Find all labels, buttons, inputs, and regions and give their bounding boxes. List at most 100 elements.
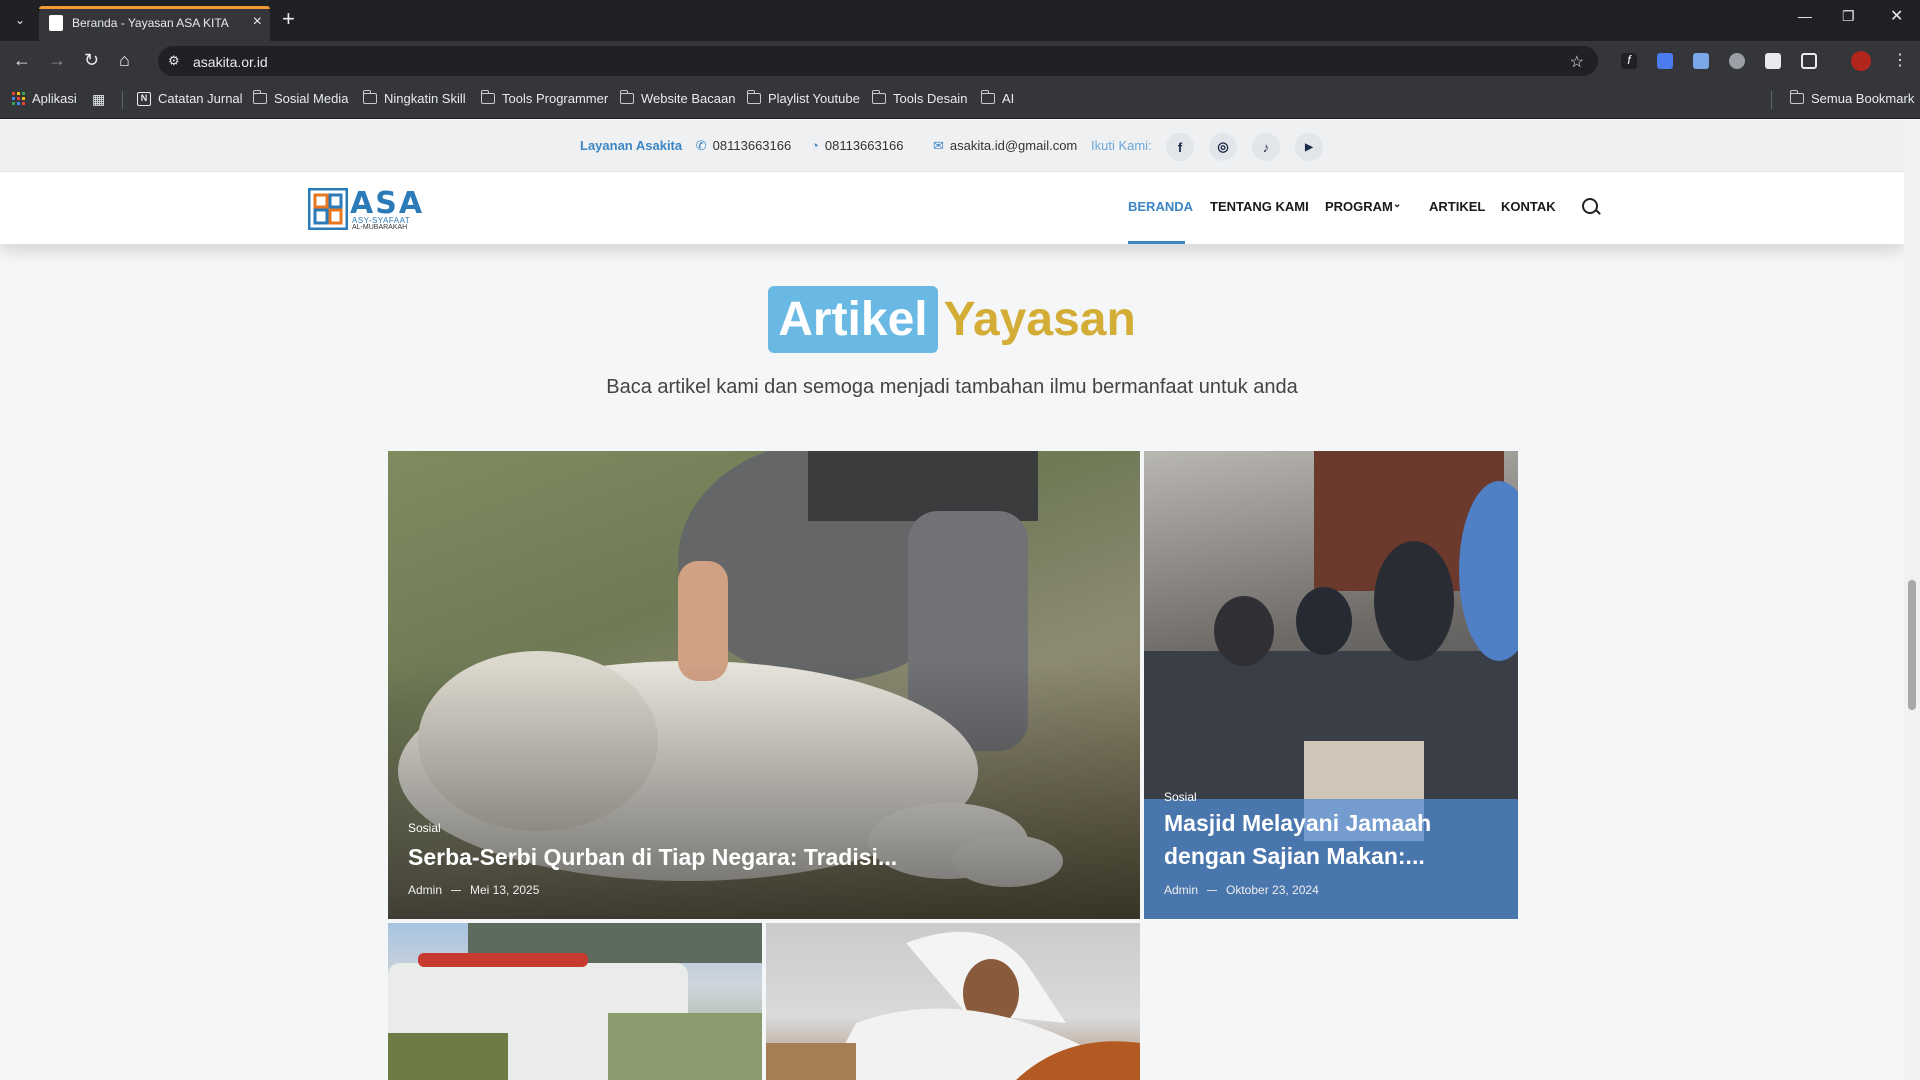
notion-icon: N	[137, 91, 151, 106]
article-image-ambulance	[388, 923, 762, 1080]
bookmark-divider	[1771, 91, 1772, 109]
bookmark-label: Tools Desain	[893, 91, 968, 106]
email-contact[interactable]: ✉ asakita.id@gmail.com	[933, 138, 1077, 154]
bookmark-label: Ningkatin Skill	[384, 91, 466, 106]
folder-icon	[619, 90, 634, 104]
back-icon[interactable]: ←	[13, 50, 31, 71]
site-logo[interactable]: ASA ASY-SYAFAAT AL-MUBARAKAH	[308, 186, 426, 231]
service-label: Layanan Asakita	[580, 138, 683, 153]
bookmark-label: Website Bacaan	[641, 91, 736, 106]
bookmark-label: Tools Programmer	[502, 91, 609, 106]
tab-close-icon[interactable]: ×	[253, 13, 262, 31]
extension-k-icon[interactable]	[1729, 53, 1745, 69]
extension-check-icon[interactable]	[1765, 53, 1781, 69]
all-bookmarks-label: Semua Bookmark	[1811, 91, 1915, 106]
tab-search-button[interactable]: ⌄	[9, 9, 31, 31]
meta-separator	[1207, 890, 1218, 892]
tab-groups-icon[interactable]: ▦	[92, 91, 105, 108]
email-address: asakita.id@gmail.com	[949, 138, 1078, 153]
browser-toolbar: ← → ↻ ⌂ ⚙ asakita.or.id ☆ f ⋮	[0, 41, 1920, 81]
article-card-illustration[interactable]	[766, 923, 1140, 1080]
bookmark-label: Playlist Youtube	[768, 91, 860, 106]
bookmark-tools-programmer[interactable]: Tools Programmer	[480, 90, 609, 106]
site-info-icon[interactable]: ⚙	[168, 53, 180, 69]
folder-icon	[1789, 90, 1804, 104]
nav-beranda[interactable]: BERANDA	[1128, 199, 1193, 214]
folder-icon	[980, 90, 995, 104]
bookmark-catatan-jurnal[interactable]: N Catatan Jurnal	[137, 91, 243, 106]
bookmark-ai[interactable]: AI	[980, 90, 1014, 106]
service-phone[interactable]: Layanan Asakita ✆ 08113663166	[580, 138, 791, 154]
youtube-icon[interactable]: ▶	[1295, 133, 1323, 161]
phone-icon: ✆	[695, 138, 707, 153]
article-card-qurban[interactable]: Sosial Serba-Serbi Qurban di Tiap Negara…	[388, 451, 1140, 919]
page-favicon-icon	[49, 15, 63, 31]
article-meta: Admin Oktober 23, 2024	[1164, 883, 1319, 897]
logo-mark-icon	[308, 188, 348, 230]
bookmark-tools-desain[interactable]: Tools Desain	[871, 90, 968, 106]
bookmark-website-bacaan[interactable]: Website Bacaan	[619, 90, 736, 106]
nav-artikel[interactable]: ARTIKEL	[1429, 199, 1485, 214]
article-title[interactable]: Serba-Serbi Qurban di Tiap Negara: Tradi…	[408, 841, 1108, 874]
profile-avatar-icon[interactable]	[1851, 51, 1871, 71]
section-subtitle: Baca artikel kami dan semoga menjadi tam…	[606, 376, 1298, 398]
article-meta: Admin Mei 13, 2025	[408, 883, 539, 897]
folder-icon	[252, 90, 267, 104]
logo-subtitle-2: AL-MUBARAKAH	[352, 224, 408, 231]
extension-font-icon[interactable]: f	[1621, 53, 1637, 69]
browser-menu-icon[interactable]: ⋮	[1892, 50, 1908, 70]
whatsapp-icon: ◔	[811, 138, 819, 153]
tiktok-icon[interactable]: ♪	[1252, 133, 1280, 161]
follow-label: Ikuti Kami:	[1091, 138, 1152, 153]
page-scrollbar[interactable]	[1904, 120, 1920, 1080]
address-bar[interactable]: ⚙ asakita.or.id ☆	[158, 46, 1598, 76]
tab-title: Beranda - Yayasan ASA KITA	[72, 16, 229, 30]
all-bookmarks-button[interactable]: Semua Bookmark	[1789, 90, 1915, 106]
active-nav-indicator	[1128, 241, 1185, 244]
browser-tab-active[interactable]: Beranda - Yayasan ASA KITA ×	[39, 6, 270, 41]
title-rest: Yayasan	[943, 293, 1136, 346]
folder-icon	[746, 90, 761, 104]
meta-separator	[451, 890, 462, 892]
facebook-icon[interactable]: f	[1166, 133, 1194, 161]
url-text[interactable]: asakita.or.id	[193, 54, 268, 70]
folder-icon	[480, 90, 495, 104]
restore-icon[interactable]: ❐	[1842, 8, 1855, 25]
reload-icon[interactable]: ↻	[84, 50, 99, 71]
article-card-ambulance[interactable]	[388, 923, 762, 1080]
chevron-down-icon[interactable]: ⌄	[1393, 199, 1401, 210]
site-header: ASA ASY-SYAFAAT AL-MUBARAKAH BERANDA TEN…	[0, 172, 1904, 244]
bookmark-divider	[122, 91, 123, 109]
whatsapp-contact[interactable]: ◔ 08113663166	[811, 138, 903, 153]
nav-tentang-kami[interactable]: TENTANG KAMI	[1210, 199, 1309, 214]
minimize-icon[interactable]: —	[1798, 8, 1812, 24]
article-category[interactable]: Sosial	[1164, 790, 1197, 804]
home-icon[interactable]: ⌂	[119, 50, 130, 71]
article-author[interactable]: Admin	[408, 883, 442, 897]
scrollbar-thumb[interactable]	[1908, 580, 1916, 710]
article-card-masjid[interactable]: Sosial Masjid Melayani Jamaah dengan Saj…	[1144, 451, 1518, 919]
new-tab-button[interactable]: +	[282, 7, 295, 31]
bookmark-sosial-media[interactable]: Sosial Media	[252, 90, 348, 106]
instagram-icon[interactable]: ◎	[1209, 133, 1237, 161]
browser-tabstrip: ⌄ Beranda - Yayasan ASA KITA × + — ❐ ✕	[0, 0, 1920, 41]
forward-icon[interactable]: →	[48, 50, 66, 71]
bookmark-playlist-youtube[interactable]: Playlist Youtube	[746, 90, 860, 106]
bookmark-ningkatin-skill[interactable]: Ningkatin Skill	[362, 90, 466, 106]
section-title: Artikel Yayasan	[0, 286, 1904, 353]
nav-kontak[interactable]: KONTAK	[1501, 199, 1556, 214]
folder-icon	[871, 90, 886, 104]
extensions-puzzle-icon[interactable]	[1801, 53, 1817, 69]
bookmark-apps[interactable]: Aplikasi	[12, 91, 77, 106]
extension-tag-icon[interactable]	[1657, 53, 1673, 69]
nav-program[interactable]: PROGRAM	[1325, 199, 1393, 214]
extension-doc-icon[interactable]	[1693, 53, 1709, 69]
article-author[interactable]: Admin	[1164, 883, 1198, 897]
close-window-icon[interactable]: ✕	[1890, 6, 1903, 26]
folder-icon	[362, 90, 377, 104]
article-title[interactable]: Masjid Melayani Jamaah dengan Sajian Mak…	[1164, 807, 1504, 873]
bookmark-star-icon[interactable]: ☆	[1570, 52, 1584, 72]
article-category[interactable]: Sosial	[408, 821, 441, 835]
email-icon: ✉	[933, 138, 944, 153]
search-icon[interactable]	[1582, 198, 1598, 214]
